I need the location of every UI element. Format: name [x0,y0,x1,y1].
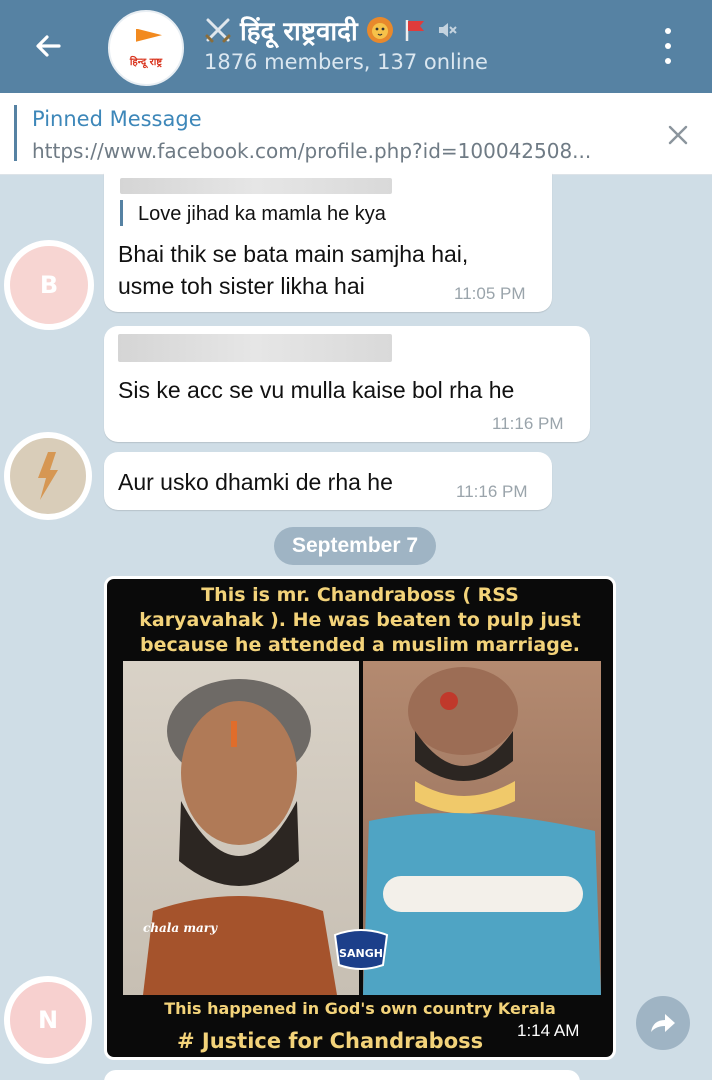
watermark-text: chala mary [143,921,218,935]
back-button[interactable] [28,26,68,66]
injured-person-icon [363,667,601,995]
reply-quote-text: Love jihad ka mamla he kya [138,203,386,225]
sender-avatar[interactable]: B [4,240,94,330]
group-title[interactable]: हिंदू राष्ट्रवादी [204,12,458,48]
group-member-count: 1876 members, 137 online [204,50,488,74]
pinned-label: Pinned Message [32,107,202,131]
group-avatar[interactable]: हिन्दू राष्ट्र [108,10,184,86]
message-text: Aur usko dhamki de rha he [118,469,393,495]
message-time: 11:05 PM [454,284,526,303]
message-text: Sis ke acc se vu mulla kaise bol rha he [118,377,515,403]
date-separator: September 7 [274,527,436,565]
chat-header: हिन्दू राष्ट्र हिंदू राष्ट्रवादी 1876 me… [0,0,712,93]
pinned-accent-bar [14,105,17,161]
avatar-initial: B [39,271,59,299]
caption-line: because he attended a muslim marriage. [140,634,580,656]
message-bubble[interactable]: Aur usko dhamki de rha he 11:16 PM [104,452,552,510]
message-text: usme toh sister likha hai [118,273,365,299]
avatar-figure-icon [38,452,58,500]
message-time: 11:16 PM [456,482,528,501]
logo-text: SANGH [339,947,383,960]
photo-after [363,661,601,995]
forward-arrow-icon [651,1014,675,1032]
lion-icon [366,17,393,43]
message-bubble[interactable]: Sis ke acc se vu mulla kaise bol rha he … [104,326,590,442]
photo-before: chala mary [123,661,359,995]
close-icon[interactable] [666,123,690,147]
flag-icon [405,20,424,41]
message-text: Bhai thik se bata main samjha hai, [118,241,469,267]
message-bubble-partial[interactable] [104,1070,580,1080]
menu-dot-icon [665,28,671,34]
image-hashtag: # Justice for Chandraboss [177,1029,484,1053]
menu-dot-icon [665,58,671,64]
more-options-button[interactable] [656,28,680,64]
message-bubble[interactable]: Love jihad ka mamla he kya Bhai thik se … [104,172,552,312]
group-name: हिंदू राष्ट्रवादी [240,17,358,47]
avatar-initial: N [37,1006,59,1034]
muted-speaker-icon [438,23,457,37]
menu-dot-icon [665,43,671,49]
saffron-flag-icon [136,28,162,42]
message-time: 11:16 PM [492,414,564,433]
image-caption-top: This is mr. Chandraboss ( RSS karyavahak… [107,583,613,658]
pinned-message-bar[interactable]: Pinned Message https://www.facebook.com/… [0,93,712,175]
reply-sender-name-redacted [120,178,392,194]
back-arrow-icon [36,35,61,57]
group-avatar-text: हिन्दू राष्ट्र [129,56,163,68]
message-time: 1:14 AM [517,1021,580,1040]
caption-line: karyavahak ). He was beaten to pulp just [139,609,581,631]
forward-button[interactable] [636,996,690,1050]
sender-name-redacted [118,334,392,362]
sender-avatar[interactable]: N [4,976,92,1064]
caption-line: This is mr. Chandraboss ( RSS [201,584,519,606]
person-portrait-icon [143,679,337,995]
pinned-url: https://www.facebook.com/profile.php?id=… [32,139,592,163]
crossed-swords-icon [205,18,231,43]
reply-quote-bar [120,200,123,226]
sangh-logo-icon: SANGH [333,929,389,970]
sender-avatar[interactable] [4,432,92,520]
image-caption-bottom: This happened in God's own country Keral… [164,999,556,1018]
image-message[interactable]: This is mr. Chandraboss ( RSS karyavahak… [104,576,616,1060]
